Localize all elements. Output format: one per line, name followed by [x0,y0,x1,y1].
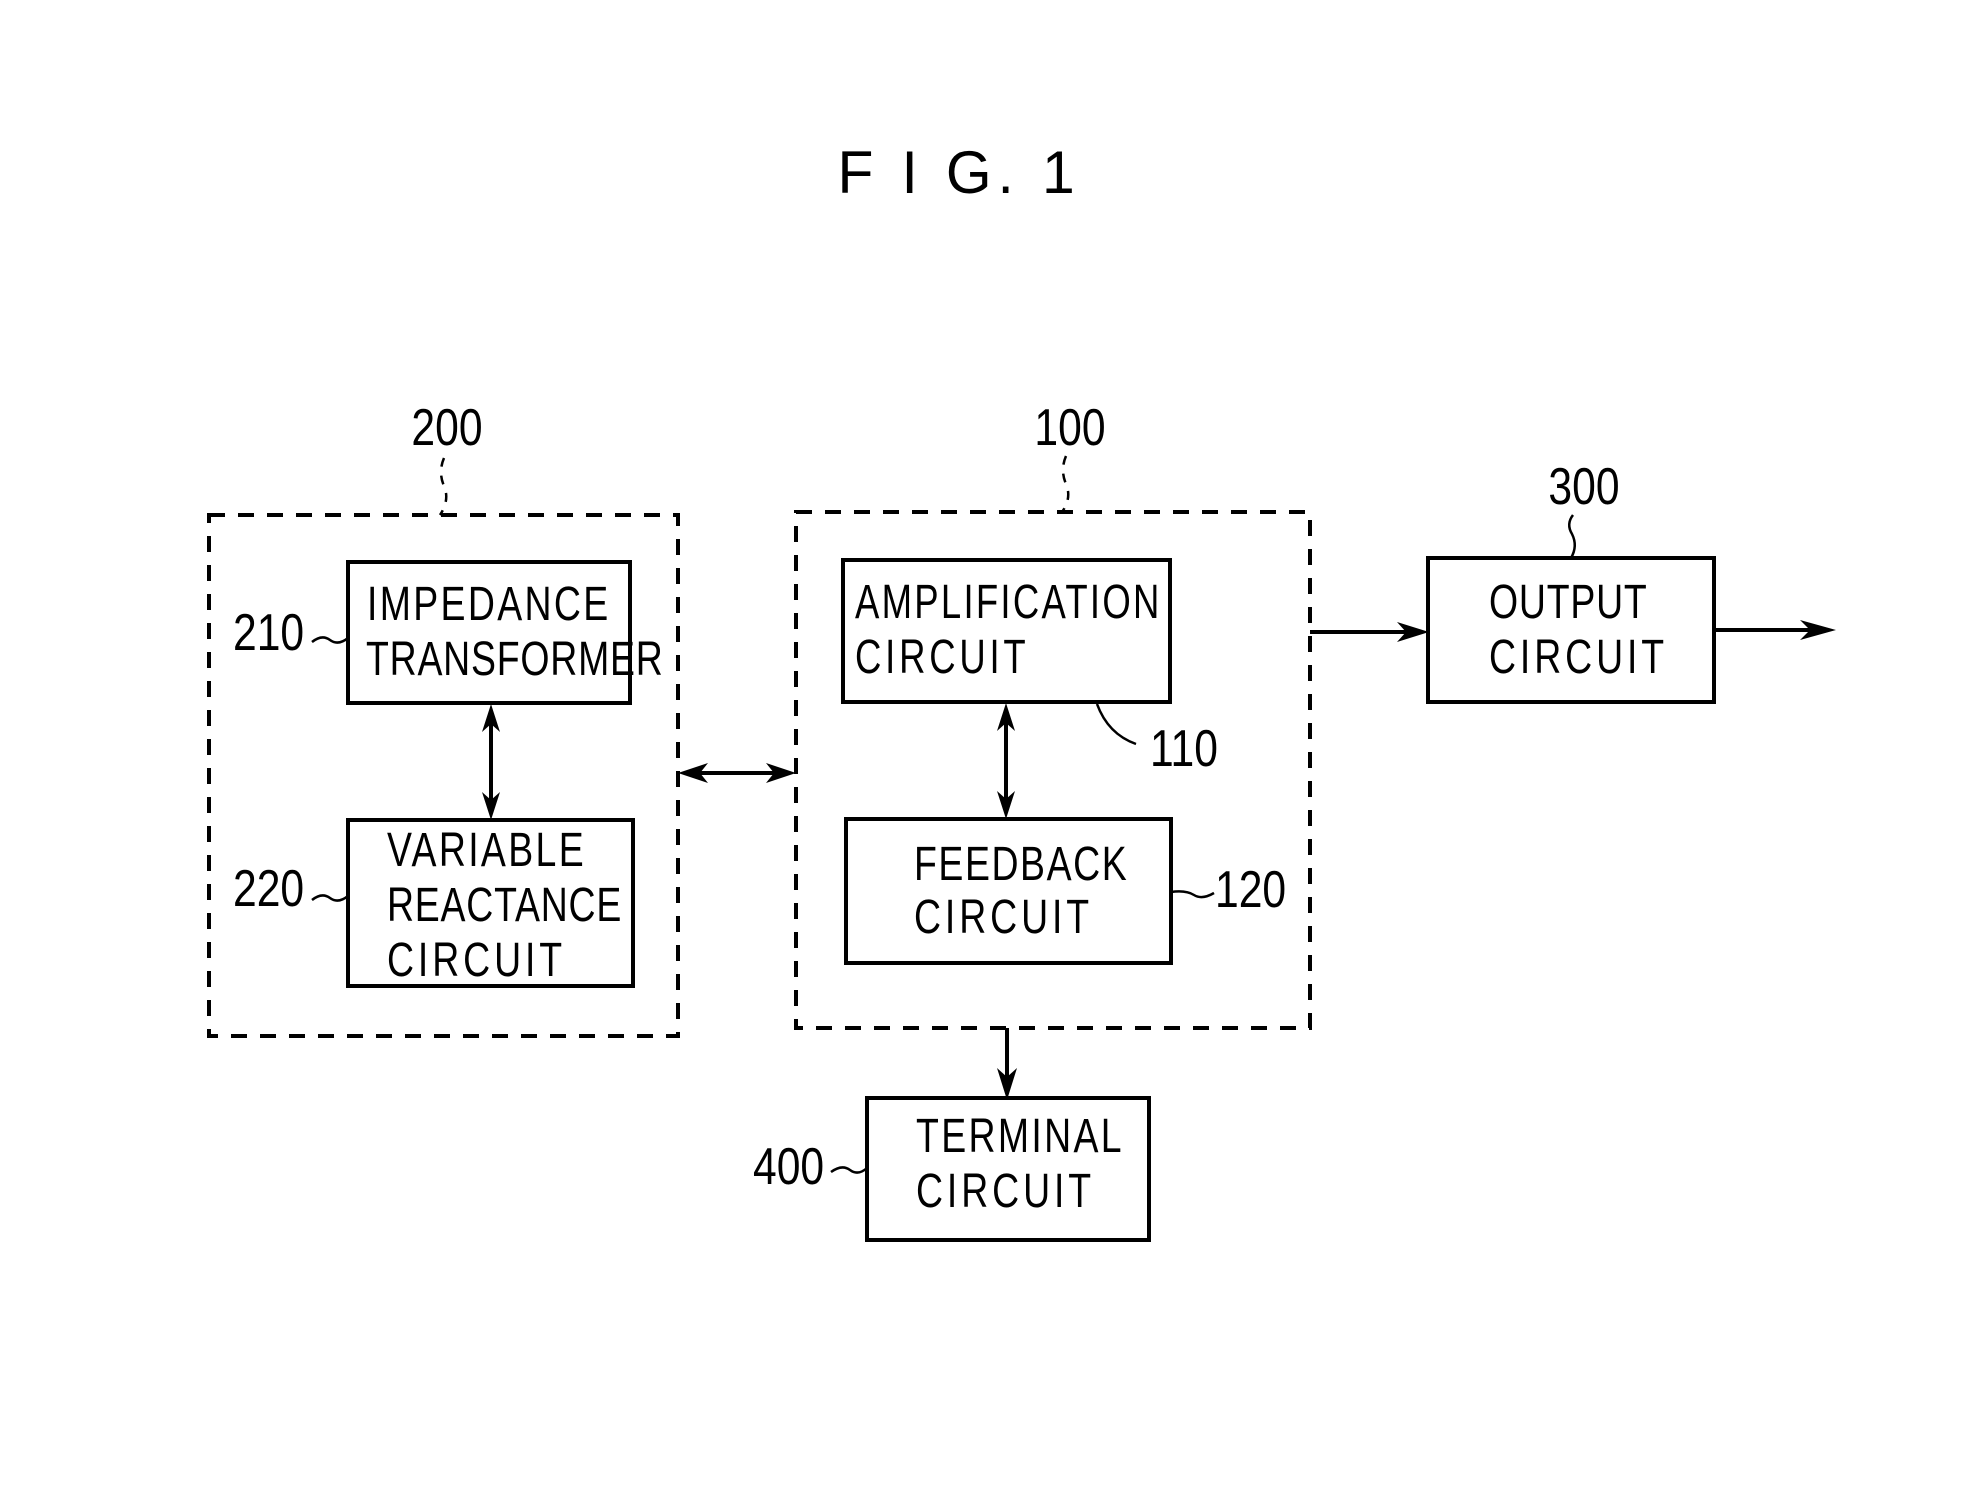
output-circuit-label-line1: OUTPUT [1489,576,1648,630]
figure-title: F I G. 1 [837,138,1080,206]
variable-reactance-label-line1: VARIABLE [387,824,586,878]
variable-reactance-label-line3: CIRCUIT [387,934,566,988]
feedback-circuit-label-line1: FEEDBACK [914,838,1128,892]
group-100-ref: 100 [1034,399,1105,457]
impedance-transformer-label-line1: IMPEDANCE [367,578,611,632]
impedance-transformer-leader [311,636,349,644]
terminal-circuit-block: TERMINAL CIRCUIT [865,1096,1151,1242]
impedance-transformer-ref: 210 [233,604,304,662]
variable-reactance-ref: 220 [233,860,304,918]
variable-reactance-block: VARIABLE REACTANCE CIRCUIT [346,818,635,988]
output-circuit-label-line2: CIRCUIT [1489,631,1668,685]
feedback-circuit-label-line2: CIRCUIT [914,891,1093,945]
arrow-110-120 [997,703,1015,819]
output-circuit-block: OUTPUT CIRCUIT [1426,556,1716,704]
feedback-circuit-ref: 120 [1215,861,1286,919]
terminal-circuit-label-line2: CIRCUIT [916,1165,1095,1219]
group-100-leader [1060,455,1070,513]
arrow-output [1714,620,1836,640]
terminal-circuit-label-line1: TERMINAL [916,1110,1124,1164]
output-circuit-leader [1568,514,1576,559]
output-circuit-ref: 300 [1548,458,1619,516]
arrow-100-400 [997,1028,1017,1100]
variable-reactance-label-line2: REACTANCE [387,879,622,933]
terminal-circuit-ref: 400 [753,1138,824,1196]
group-200-ref: 200 [411,399,482,457]
feedback-circuit-block: FEEDBACK CIRCUIT [844,817,1173,965]
impedance-transformer-block: IMPEDANCE TRANSFORMER [346,560,664,705]
amplification-circuit-leader [1095,703,1137,746]
arrow-200-100 [678,763,796,783]
amplification-circuit-block: AMPLIFICATION CIRCUIT [841,558,1172,704]
arrow-210-220 [482,704,500,820]
group-200-leader [438,457,448,516]
arrow-100-300 [1310,622,1429,642]
terminal-circuit-leader [830,1166,868,1174]
feedback-circuit-leader [1170,890,1215,899]
amplification-circuit-label-line2: CIRCUIT [855,630,1030,684]
impedance-transformer-label-line2: TRANSFORMER [366,633,664,687]
block-diagram: F I G. 1 200 100 IMPEDANCE TRANSFORMER 2… [207,138,1836,1242]
amplification-circuit-label-line1: AMPLIFICATION [855,575,1162,629]
variable-reactance-leader [311,894,349,902]
amplification-circuit-ref: 110 [1150,720,1218,778]
